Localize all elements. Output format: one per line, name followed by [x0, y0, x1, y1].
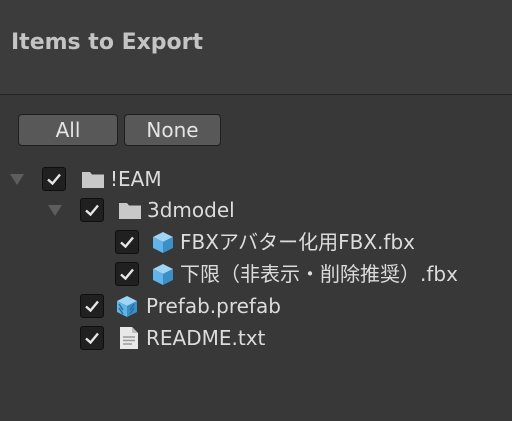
tree-item-label: 下限（非表示・削除推奨）.fbx: [180, 262, 458, 286]
tree-item-fbx-lower[interactable]: 下限（非表示・削除推奨）.fbx: [0, 259, 512, 289]
tree-item-label: FBXアバター化用FBX.fbx: [180, 230, 415, 254]
tree-item-label: Prefab.prefab: [146, 294, 281, 318]
tree-item-eam[interactable]: !EAM: [0, 164, 512, 194]
model-cube-icon: [153, 232, 173, 253]
select-all-button[interactable]: All: [18, 114, 118, 146]
checkbox[interactable]: [42, 167, 66, 191]
prefab-cube-icon: [117, 296, 137, 317]
tree-item-prefab[interactable]: Prefab.prefab: [0, 291, 512, 321]
tree-item-label: 3dmodel: [147, 198, 235, 222]
checkbox[interactable]: [115, 230, 139, 254]
tree-item-3dmodel[interactable]: 3dmodel: [0, 195, 512, 225]
tree-item-fbx-avatar[interactable]: FBXアバター化用FBX.fbx: [0, 227, 512, 257]
tree-item-readme[interactable]: README.txt: [0, 323, 512, 353]
model-cube-icon: [153, 264, 173, 285]
expand-arrow-icon[interactable]: [48, 205, 62, 216]
panel-title: Items to Export: [11, 30, 204, 55]
folder-icon: [82, 172, 104, 188]
text-file-icon: [120, 327, 138, 349]
expand-arrow-icon[interactable]: [10, 174, 24, 185]
checkbox[interactable]: [80, 294, 104, 318]
tree-item-label: !EAM: [110, 167, 162, 191]
checkbox[interactable]: [80, 198, 104, 222]
folder-icon: [119, 203, 141, 219]
checkbox[interactable]: [80, 326, 104, 350]
panel-header: Items to Export: [0, 0, 512, 95]
select-none-button[interactable]: None: [124, 114, 221, 146]
checkbox[interactable]: [115, 262, 139, 286]
tree-item-label: README.txt: [146, 326, 266, 350]
